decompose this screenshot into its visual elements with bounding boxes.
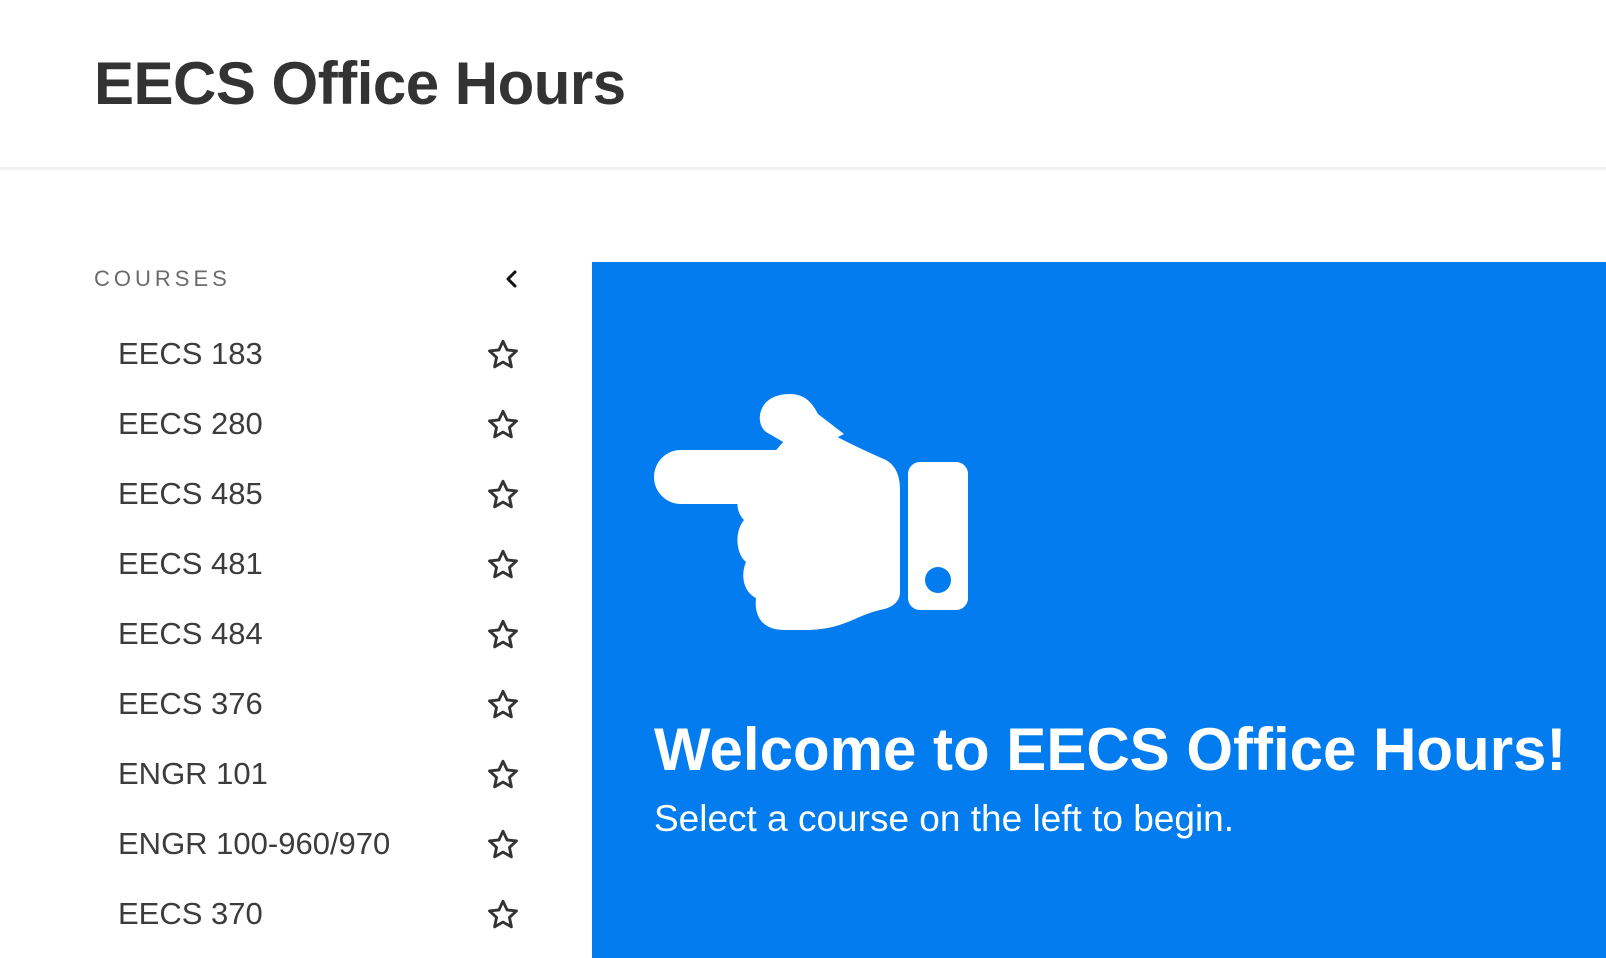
course-item-eecs-484[interactable]: EECS 484 xyxy=(94,600,534,670)
star-icon xyxy=(488,549,518,579)
chevron-left-icon xyxy=(506,270,517,288)
app-title[interactable]: EECS Office Hours xyxy=(94,46,626,122)
favorite-button[interactable] xyxy=(484,546,522,584)
course-name: EECS 376 xyxy=(118,686,263,721)
course-name: EECS 485 xyxy=(118,476,263,511)
star-icon xyxy=(488,829,518,859)
star-icon xyxy=(488,689,518,719)
course-item-eecs-485[interactable]: EECS 485 xyxy=(94,460,534,530)
star-icon xyxy=(488,899,518,929)
hand-pointing-left-icon xyxy=(654,394,968,630)
star-icon xyxy=(488,409,518,439)
favorite-button[interactable] xyxy=(484,476,522,514)
welcome-subtitle: Select a course on the left to begin. xyxy=(654,798,1235,839)
course-item-eecs-481[interactable]: EECS 481 xyxy=(94,530,534,600)
app-header: EECS Office Hours xyxy=(0,0,1606,170)
welcome-panel: Welcome to EECS Office Hours! Select a c… xyxy=(592,262,1606,958)
star-icon xyxy=(488,479,518,509)
course-name: EECS 481 xyxy=(118,546,263,581)
favorite-button[interactable] xyxy=(484,896,522,934)
course-name: EECS 484 xyxy=(118,616,263,651)
welcome-title: Welcome to EECS Office Hours! xyxy=(654,716,1567,783)
course-item-eecs-183[interactable]: EECS 183 xyxy=(94,320,534,390)
favorite-button[interactable] xyxy=(484,686,522,724)
courses-section-label: COURSES xyxy=(94,266,231,291)
course-item-eecs-370[interactable]: EECS 370 xyxy=(94,880,534,950)
course-item-engr-100[interactable]: ENGR 100-960/970 xyxy=(94,810,534,880)
favorite-button[interactable] xyxy=(484,616,522,654)
course-item-eecs-376[interactable]: EECS 376 xyxy=(94,670,534,740)
sidebar-header: COURSES xyxy=(94,262,530,296)
course-name: EECS 183 xyxy=(118,336,263,371)
course-list: EECS 183 EECS 280 EECS 485 EECS 481 EECS… xyxy=(94,320,534,950)
favorite-button[interactable] xyxy=(484,826,522,864)
star-icon xyxy=(488,619,518,649)
course-item-eecs-280[interactable]: EECS 280 xyxy=(94,390,534,460)
course-sidebar: COURSES EECS 183 EECS 280 EECS 485 EECS … xyxy=(0,172,592,958)
collapse-sidebar-button[interactable] xyxy=(494,262,530,296)
course-item-engr-101[interactable]: ENGR 101 xyxy=(94,740,534,810)
star-icon xyxy=(488,759,518,789)
course-name: EECS 370 xyxy=(118,896,263,931)
star-icon xyxy=(488,339,518,369)
favorite-button[interactable] xyxy=(484,406,522,444)
favorite-button[interactable] xyxy=(484,336,522,374)
favorite-button[interactable] xyxy=(484,756,522,794)
course-name: ENGR 100-960/970 xyxy=(118,826,391,861)
course-name: ENGR 101 xyxy=(118,756,268,791)
course-name: EECS 280 xyxy=(118,406,263,441)
